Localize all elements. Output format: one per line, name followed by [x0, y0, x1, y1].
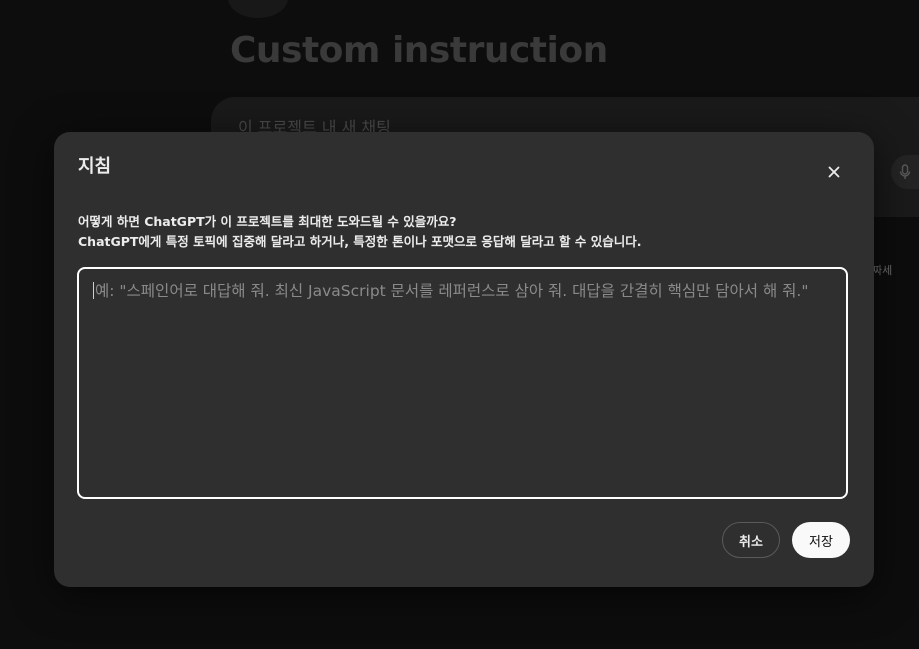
mic-icon [899, 164, 911, 179]
description-question: 어떻게 하면 ChatGPT가 이 프로젝트를 최대한 도와드릴 수 있을까요? [78, 214, 457, 229]
close-icon [828, 166, 840, 178]
project-icon [228, 0, 288, 18]
close-button[interactable] [822, 160, 846, 184]
instructions-placeholder: 예: "스페인어로 대답해 줘. 최신 JavaScript 문서를 레퍼런스로… [95, 282, 809, 300]
save-button[interactable]: 저장 [792, 522, 850, 558]
instructions-textarea[interactable]: 예: "스페인어로 대답해 줘. 최신 JavaScript 문서를 레퍼런스로… [77, 267, 848, 499]
instructions-dialog: 지침 어떻게 하면 ChatGPT가 이 프로젝트를 최대한 도와드릴 수 있을… [54, 132, 874, 587]
mic-button [891, 155, 919, 189]
text-cursor [93, 282, 94, 299]
description-hint: ChatGPT에게 특정 토픽에 집중해 달라고 하거나, 특정한 톤이나 포맷… [78, 234, 642, 249]
cancel-button[interactable]: 취소 [722, 522, 780, 558]
page-title: Custom instruction [230, 30, 608, 71]
sidebar-text: 짜세 [872, 264, 893, 277]
dialog-description: 어떻게 하면 ChatGPT가 이 프로젝트를 최대한 도와드릴 수 있을까요?… [78, 212, 642, 252]
dialog-title: 지침 [78, 156, 112, 177]
